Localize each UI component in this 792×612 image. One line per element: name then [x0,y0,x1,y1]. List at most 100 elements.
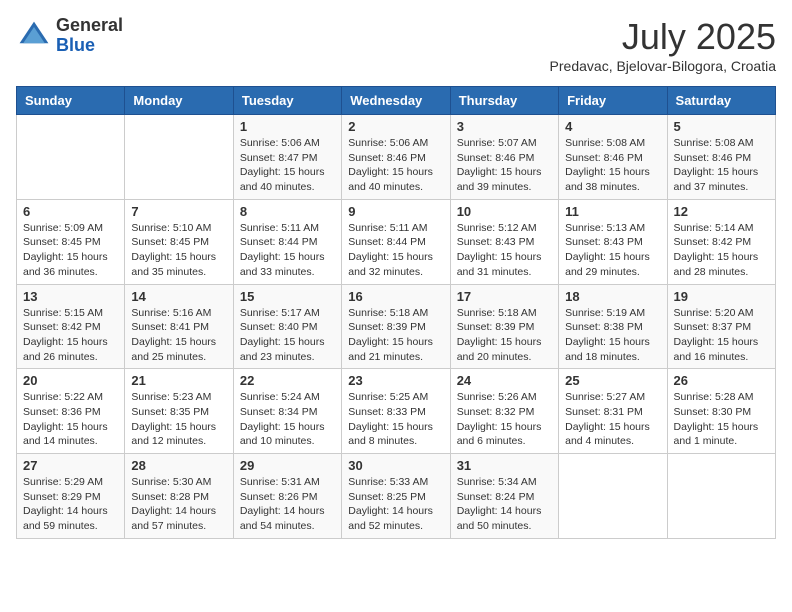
calendar-cell: 10Sunrise: 5:12 AM Sunset: 8:43 PM Dayli… [450,199,558,284]
weekday-header: Saturday [667,87,775,115]
calendar-row: 1 Sunrise: 5:06 AM Sunset: 8:47 PM Daylig… [17,115,776,200]
weekday-header: Thursday [450,87,558,115]
day-detail: Sunrise: 5:18 AM Sunset: 8:39 PM Dayligh… [348,306,443,365]
calendar-cell: 17Sunrise: 5:18 AM Sunset: 8:39 PM Dayli… [450,284,558,369]
day-detail: Sunrise: 5:08 AM Sunset: 8:46 PM Dayligh… [565,136,660,195]
calendar-cell: 1 Sunrise: 5:06 AM Sunset: 8:47 PM Daylig… [233,115,341,200]
day-number: 8 [240,204,335,219]
day-number: 26 [674,373,769,388]
day-detail: Sunrise: 5:06 AM Sunset: 8:46 PM Dayligh… [348,136,443,195]
page-header: General Blue July 2025 Predavac, Bjelova… [16,16,776,74]
calendar-cell: 2 Sunrise: 5:06 AM Sunset: 8:46 PM Daylig… [342,115,450,200]
logo: General Blue [16,16,123,56]
day-detail: Sunrise: 5:11 AM Sunset: 8:44 PM Dayligh… [348,221,443,280]
calendar-cell: 6 Sunrise: 5:09 AM Sunset: 8:45 PM Daylig… [17,199,125,284]
calendar-cell: 22 Sunrise: 5:24 AM Sunset: 8:34 PM Dayli… [233,369,341,454]
calendar-cell: 18 Sunrise: 5:19 AM Sunset: 8:38 PM Dayli… [559,284,667,369]
day-number: 28 [131,458,226,473]
day-detail: Sunrise: 5:10 AM Sunset: 8:45 PM Dayligh… [131,221,226,280]
calendar-cell: 13 Sunrise: 5:15 AM Sunset: 8:42 PM Dayli… [17,284,125,369]
calendar-cell: 23 Sunrise: 5:25 AM Sunset: 8:33 PM Dayli… [342,369,450,454]
day-number: 30 [348,458,443,473]
day-number: 12 [674,204,769,219]
weekday-header: Friday [559,87,667,115]
weekday-header-row: SundayMondayTuesdayWednesdayThursdayFrid… [17,87,776,115]
day-detail: Sunrise: 5:28 AM Sunset: 8:30 PM Dayligh… [674,390,769,449]
calendar-cell: 21Sunrise: 5:23 AM Sunset: 8:35 PM Dayli… [125,369,233,454]
day-number: 6 [23,204,118,219]
day-number: 24 [457,373,552,388]
calendar-cell: 7 Sunrise: 5:10 AM Sunset: 8:45 PM Daylig… [125,199,233,284]
day-detail: Sunrise: 5:09 AM Sunset: 8:45 PM Dayligh… [23,221,118,280]
day-detail: Sunrise: 5:27 AM Sunset: 8:31 PM Dayligh… [565,390,660,449]
calendar-cell: 29 Sunrise: 5:31 AM Sunset: 8:26 PM Dayli… [233,454,341,539]
logo-icon [16,18,52,54]
day-number: 20 [23,373,118,388]
calendar-cell: 30 Sunrise: 5:33 AM Sunset: 8:25 PM Dayli… [342,454,450,539]
calendar-cell [667,454,775,539]
calendar-cell: 28 Sunrise: 5:30 AM Sunset: 8:28 PM Dayli… [125,454,233,539]
day-detail: Sunrise: 5:22 AM Sunset: 8:36 PM Dayligh… [23,390,118,449]
day-detail: Sunrise: 5:19 AM Sunset: 8:38 PM Dayligh… [565,306,660,365]
weekday-header: Tuesday [233,87,341,115]
day-number: 3 [457,119,552,134]
calendar-cell: 27Sunrise: 5:29 AM Sunset: 8:29 PM Dayli… [17,454,125,539]
calendar-cell [17,115,125,200]
day-number: 25 [565,373,660,388]
day-detail: Sunrise: 5:17 AM Sunset: 8:40 PM Dayligh… [240,306,335,365]
day-number: 22 [240,373,335,388]
day-number: 18 [565,289,660,304]
day-detail: Sunrise: 5:33 AM Sunset: 8:25 PM Dayligh… [348,475,443,534]
day-detail: Sunrise: 5:18 AM Sunset: 8:39 PM Dayligh… [457,306,552,365]
weekday-header: Wednesday [342,87,450,115]
day-detail: Sunrise: 5:25 AM Sunset: 8:33 PM Dayligh… [348,390,443,449]
logo-text: General Blue [56,16,123,56]
day-detail: Sunrise: 5:29 AM Sunset: 8:29 PM Dayligh… [23,475,118,534]
day-detail: Sunrise: 5:13 AM Sunset: 8:43 PM Dayligh… [565,221,660,280]
calendar-row: 6 Sunrise: 5:09 AM Sunset: 8:45 PM Daylig… [17,199,776,284]
day-detail: Sunrise: 5:06 AM Sunset: 8:47 PM Dayligh… [240,136,335,195]
calendar-cell [559,454,667,539]
calendar-cell [125,115,233,200]
weekday-header: Sunday [17,87,125,115]
day-number: 11 [565,204,660,219]
day-number: 23 [348,373,443,388]
day-number: 2 [348,119,443,134]
day-detail: Sunrise: 5:24 AM Sunset: 8:34 PM Dayligh… [240,390,335,449]
day-number: 13 [23,289,118,304]
calendar-cell: 9 Sunrise: 5:11 AM Sunset: 8:44 PM Daylig… [342,199,450,284]
day-number: 4 [565,119,660,134]
calendar-cell: 24Sunrise: 5:26 AM Sunset: 8:32 PM Dayli… [450,369,558,454]
day-number: 15 [240,289,335,304]
calendar-table: SundayMondayTuesdayWednesdayThursdayFrid… [16,86,776,539]
calendar-row: 27Sunrise: 5:29 AM Sunset: 8:29 PM Dayli… [17,454,776,539]
calendar-cell: 8Sunrise: 5:11 AM Sunset: 8:44 PM Daylig… [233,199,341,284]
day-number: 16 [348,289,443,304]
day-number: 5 [674,119,769,134]
day-number: 7 [131,204,226,219]
day-number: 29 [240,458,335,473]
day-detail: Sunrise: 5:16 AM Sunset: 8:41 PM Dayligh… [131,306,226,365]
calendar-row: 20 Sunrise: 5:22 AM Sunset: 8:36 PM Dayli… [17,369,776,454]
calendar-cell: 3 Sunrise: 5:07 AM Sunset: 8:46 PM Daylig… [450,115,558,200]
calendar-cell: 5Sunrise: 5:08 AM Sunset: 8:46 PM Daylig… [667,115,775,200]
day-number: 9 [348,204,443,219]
day-number: 31 [457,458,552,473]
day-detail: Sunrise: 5:30 AM Sunset: 8:28 PM Dayligh… [131,475,226,534]
calendar-cell: 11 Sunrise: 5:13 AM Sunset: 8:43 PM Dayli… [559,199,667,284]
day-number: 10 [457,204,552,219]
day-number: 1 [240,119,335,134]
day-detail: Sunrise: 5:31 AM Sunset: 8:26 PM Dayligh… [240,475,335,534]
day-number: 14 [131,289,226,304]
calendar-cell: 14 Sunrise: 5:16 AM Sunset: 8:41 PM Dayli… [125,284,233,369]
calendar-cell: 16 Sunrise: 5:18 AM Sunset: 8:39 PM Dayli… [342,284,450,369]
day-detail: Sunrise: 5:15 AM Sunset: 8:42 PM Dayligh… [23,306,118,365]
day-detail: Sunrise: 5:14 AM Sunset: 8:42 PM Dayligh… [674,221,769,280]
calendar-row: 13 Sunrise: 5:15 AM Sunset: 8:42 PM Dayli… [17,284,776,369]
location: Predavac, Bjelovar-Bilogora, Croatia [550,58,776,74]
calendar-cell: 20 Sunrise: 5:22 AM Sunset: 8:36 PM Dayli… [17,369,125,454]
title-block: July 2025 Predavac, Bjelovar-Bilogora, C… [550,16,776,74]
day-detail: Sunrise: 5:07 AM Sunset: 8:46 PM Dayligh… [457,136,552,195]
calendar-cell: 4 Sunrise: 5:08 AM Sunset: 8:46 PM Daylig… [559,115,667,200]
calendar-cell: 19Sunrise: 5:20 AM Sunset: 8:37 PM Dayli… [667,284,775,369]
